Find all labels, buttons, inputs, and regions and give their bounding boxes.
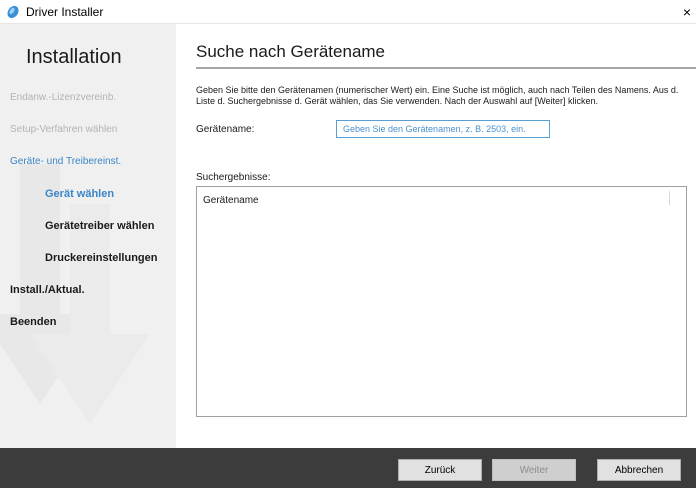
sidebar-step-select-driver: Gerätetreiber wählen	[45, 220, 155, 232]
sidebar-step-setup-method: Setup-Verfahren wählen	[10, 124, 118, 135]
device-name-label: Gerätename:	[196, 124, 255, 135]
sidebar-step-finish: Beenden	[10, 316, 57, 328]
device-name-input[interactable]	[336, 120, 550, 138]
cancel-button[interactable]: Abbrechen	[597, 459, 681, 481]
back-button[interactable]: Zurück	[398, 459, 482, 481]
sidebar-step-install-update: Install./Aktual.	[10, 284, 85, 296]
instructions-text: Geben Sie bitte den Gerätenamen (numeris…	[196, 85, 679, 106]
search-results-list[interactable]: Gerätename	[196, 186, 687, 417]
window-title: Driver Installer	[26, 5, 104, 19]
search-results-label: Suchergebnisse:	[196, 172, 271, 183]
device-name-column-header[interactable]: Gerätename	[203, 195, 259, 206]
title-divider	[196, 67, 696, 69]
sidebar-step-license: Endanw.-Lizenzvereinb.	[10, 92, 117, 103]
close-icon[interactable]: ×	[678, 0, 696, 24]
column-divider[interactable]	[669, 191, 670, 205]
sidebar-heading: Installation	[26, 46, 122, 68]
sidebar-step-device-driver-settings: Geräte- und Treibereinst.	[10, 156, 122, 167]
app-logo-icon	[7, 5, 19, 19]
footer-bar	[0, 448, 696, 488]
arrow-watermark-icon	[0, 164, 150, 424]
title-bar: Driver Installer ×	[0, 0, 696, 24]
sidebar-step-select-device: Gerät wählen	[45, 188, 115, 200]
step-sidebar: Installation Endanw.-Lizenzvereinb. Setu…	[0, 24, 176, 448]
next-button[interactable]: Weiter	[492, 459, 576, 481]
page-title: Suche nach Gerätename	[196, 42, 386, 61]
sidebar-step-printer-settings: Druckereinstellungen	[45, 252, 158, 264]
